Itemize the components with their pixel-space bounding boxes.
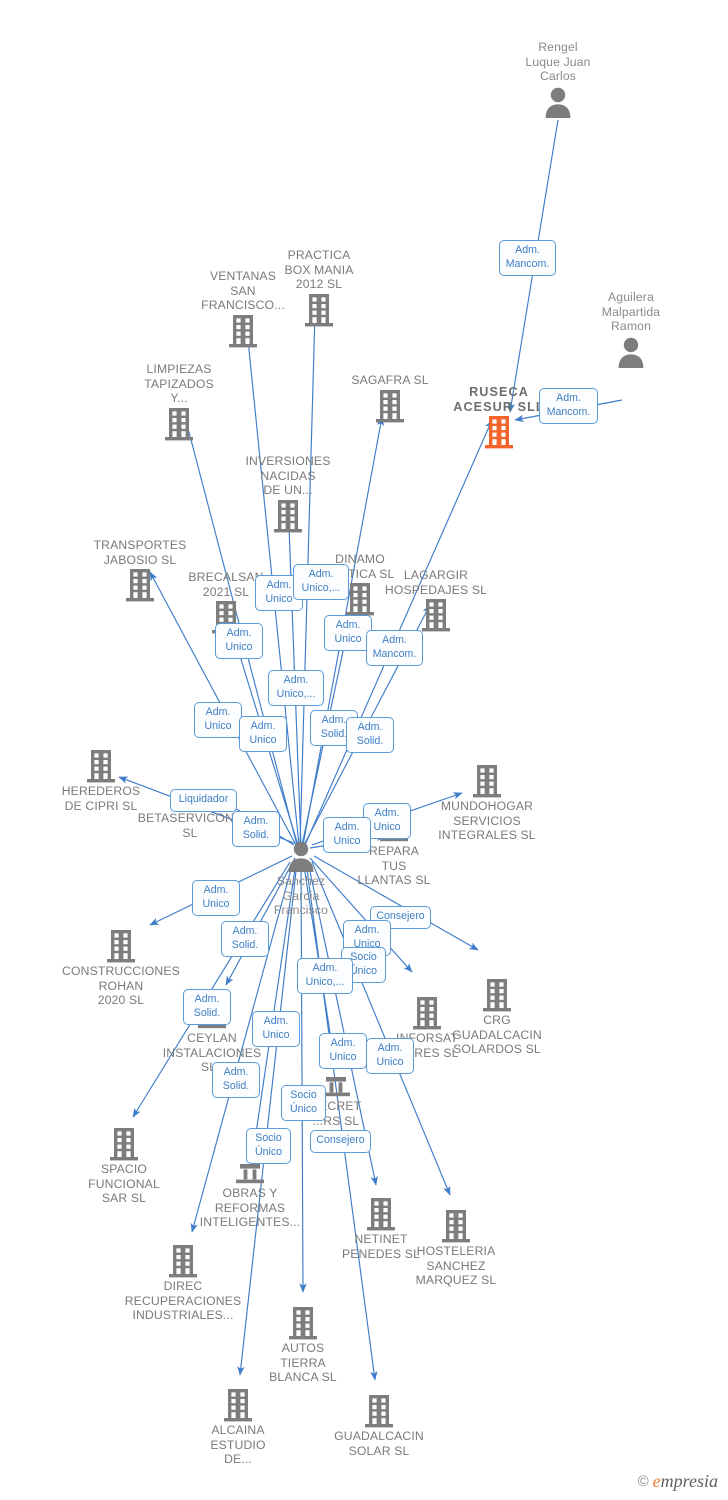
node-direc[interactable]: DIREC RECUPERACIONES INDUSTRIALES... [123,1243,243,1323]
relation-label-r28[interactable]: Socio Único [281,1085,326,1121]
node-limpiezas[interactable]: LIMPIEZAS TAPIZADOS Y... [119,362,239,442]
node-label-alcaina: ALCAINA ESTUDIO DE... [210,1423,266,1466]
node-lagargir[interactable]: LAGARGIR HOSPEDAJES SL [376,568,496,633]
network-diagram-canvas: Rengel Luque Juan Carlos Aguilera Malpart… [0,0,728,1500]
relation-label-r9[interactable]: Adm. Unico [194,702,242,738]
node-label-rengel: Rengel Luque Juan Carlos [525,40,591,83]
node-alcaina[interactable]: ALCAINA ESTUDIO DE... [178,1387,298,1467]
building-icon [222,1387,254,1423]
building-icon [105,928,137,964]
node-hosteleria[interactable]: HOSTELERIA SANCHEZ MARQUEZ SL [396,1208,516,1288]
building-icon [303,292,335,328]
node-spacio[interactable]: SPACIO FUNCIONAL SAR SL [64,1126,184,1206]
node-sagafra[interactable]: SAGAFRA SL [330,373,450,424]
node-aguilera[interactable]: Aguilera Malpartida Ramon [571,290,691,370]
node-label-guadalcacin: GUADALCACIN SOLAR SL [334,1429,424,1458]
building-icon [124,567,156,603]
copyright-icon: © [637,1473,649,1490]
relation-label-r23[interactable]: Adm. Solid. [183,989,231,1025]
building-icon [363,1393,395,1429]
person-icon [285,838,317,874]
node-label-direc: DIREC RECUPERACIONES INDUSTRIALES... [124,1279,242,1322]
relation-label-r19[interactable]: Adm. Solid. [221,921,269,957]
building-icon [483,414,515,450]
relation-label-r30[interactable]: Consejero [310,1130,371,1153]
node-label-ventanas: VENTANAS SAN FRANCISCO... [201,269,285,312]
relation-label-r29[interactable]: Socio Único [246,1128,291,1164]
node-rengel[interactable]: Rengel Luque Juan Carlos [498,40,618,120]
building-icon [163,406,195,442]
relation-label-r6[interactable]: Adm. Unico [324,615,372,651]
building-icon [471,763,503,799]
relation-label-r27[interactable]: Adm. Solid. [212,1062,260,1098]
node-label-lagargir: LAGARGIR HOSPEDAJES SL [384,568,488,597]
relation-label-r7[interactable]: Adm. Mancom. [366,630,423,666]
relation-label-r24[interactable]: Adm. Unico [252,1011,300,1047]
relation-label-r10[interactable]: Adm. Unico [239,716,287,752]
node-label-autos: AUTOS TIERRA BLANCA SL [269,1341,337,1384]
node-label-sanchez: Sanchez Garcia Francisco [273,874,329,917]
node-label-limpiezas: LIMPIEZAS TAPIZADOS Y... [144,362,214,405]
node-inversiones[interactable]: INVERSIONES NACIDAS DE UN... [228,454,348,534]
relation-label-r2[interactable]: Adm. Mancom. [539,388,598,424]
building-icon [374,388,406,424]
building-icon [481,977,513,1013]
building-icon [287,1305,319,1341]
relation-label-r16[interactable]: Adm. Unico [323,817,371,853]
relation-label-r4[interactable]: Adm. Unico,... [293,564,349,600]
node-label-inversiones: INVERSIONES NACIDAS DE UN... [245,454,331,497]
relation-label-r8[interactable]: Adm. Unico,... [268,670,324,706]
node-label-sagafra: SAGAFRA SL [351,373,429,387]
node-label-transportes: TRANSPORTES JABOSIO SL [93,538,187,567]
building-icon [85,748,117,784]
brand-label: empresia [653,1471,718,1492]
building-icon [167,1243,199,1279]
person-icon [542,84,574,120]
node-label-crg: CRG GUADALCACIN SOLARDOS SL [452,1013,542,1056]
brand-rest: mpresia [660,1471,718,1491]
relation-label-r14[interactable]: Adm. Solid. [232,811,280,847]
node-label-obrasreformas: OBRAS Y REFORMAS INTELIGENTES... [199,1186,301,1229]
relation-label-r25[interactable]: Adm. Unico [319,1033,367,1069]
node-guadalcacin[interactable]: GUADALCACIN SOLAR SL [319,1393,439,1458]
relation-label-r1[interactable]: Adm. Mancom. [499,240,556,276]
node-autos[interactable]: AUTOS TIERRA BLANCA SL [243,1305,363,1385]
node-crg[interactable]: CRG GUADALCACIN SOLARDOS SL [437,977,557,1057]
relation-label-r13[interactable]: Liquidador [170,789,237,812]
brand-initial: e [652,1471,661,1491]
person-icon [615,334,647,370]
building-icon [227,313,259,349]
empresia-watermark: © empresia [638,1471,718,1492]
node-ventanas[interactable]: VENTANAS SAN FRANCISCO... [183,269,303,349]
building-icon [420,597,452,633]
relation-label-r26[interactable]: Adm. Unico [366,1038,414,1074]
relation-label-r22[interactable]: Adm. Unico,... [297,958,353,994]
node-label-hosteleria: HOSTELERIA SANCHEZ MARQUEZ SL [415,1244,497,1287]
building-icon [365,1196,397,1232]
node-label-aguilera: Aguilera Malpartida Ramon [601,290,661,333]
building-icon [272,498,304,534]
building-icon [108,1126,140,1162]
building-icon [440,1208,472,1244]
relation-label-r12[interactable]: Adm. Solid. [346,717,394,753]
node-label-spacio: SPACIO FUNCIONAL SAR SL [88,1162,160,1205]
relation-label-r5[interactable]: Adm. Unico [215,623,263,659]
relation-label-r17[interactable]: Adm. Unico [192,880,240,916]
